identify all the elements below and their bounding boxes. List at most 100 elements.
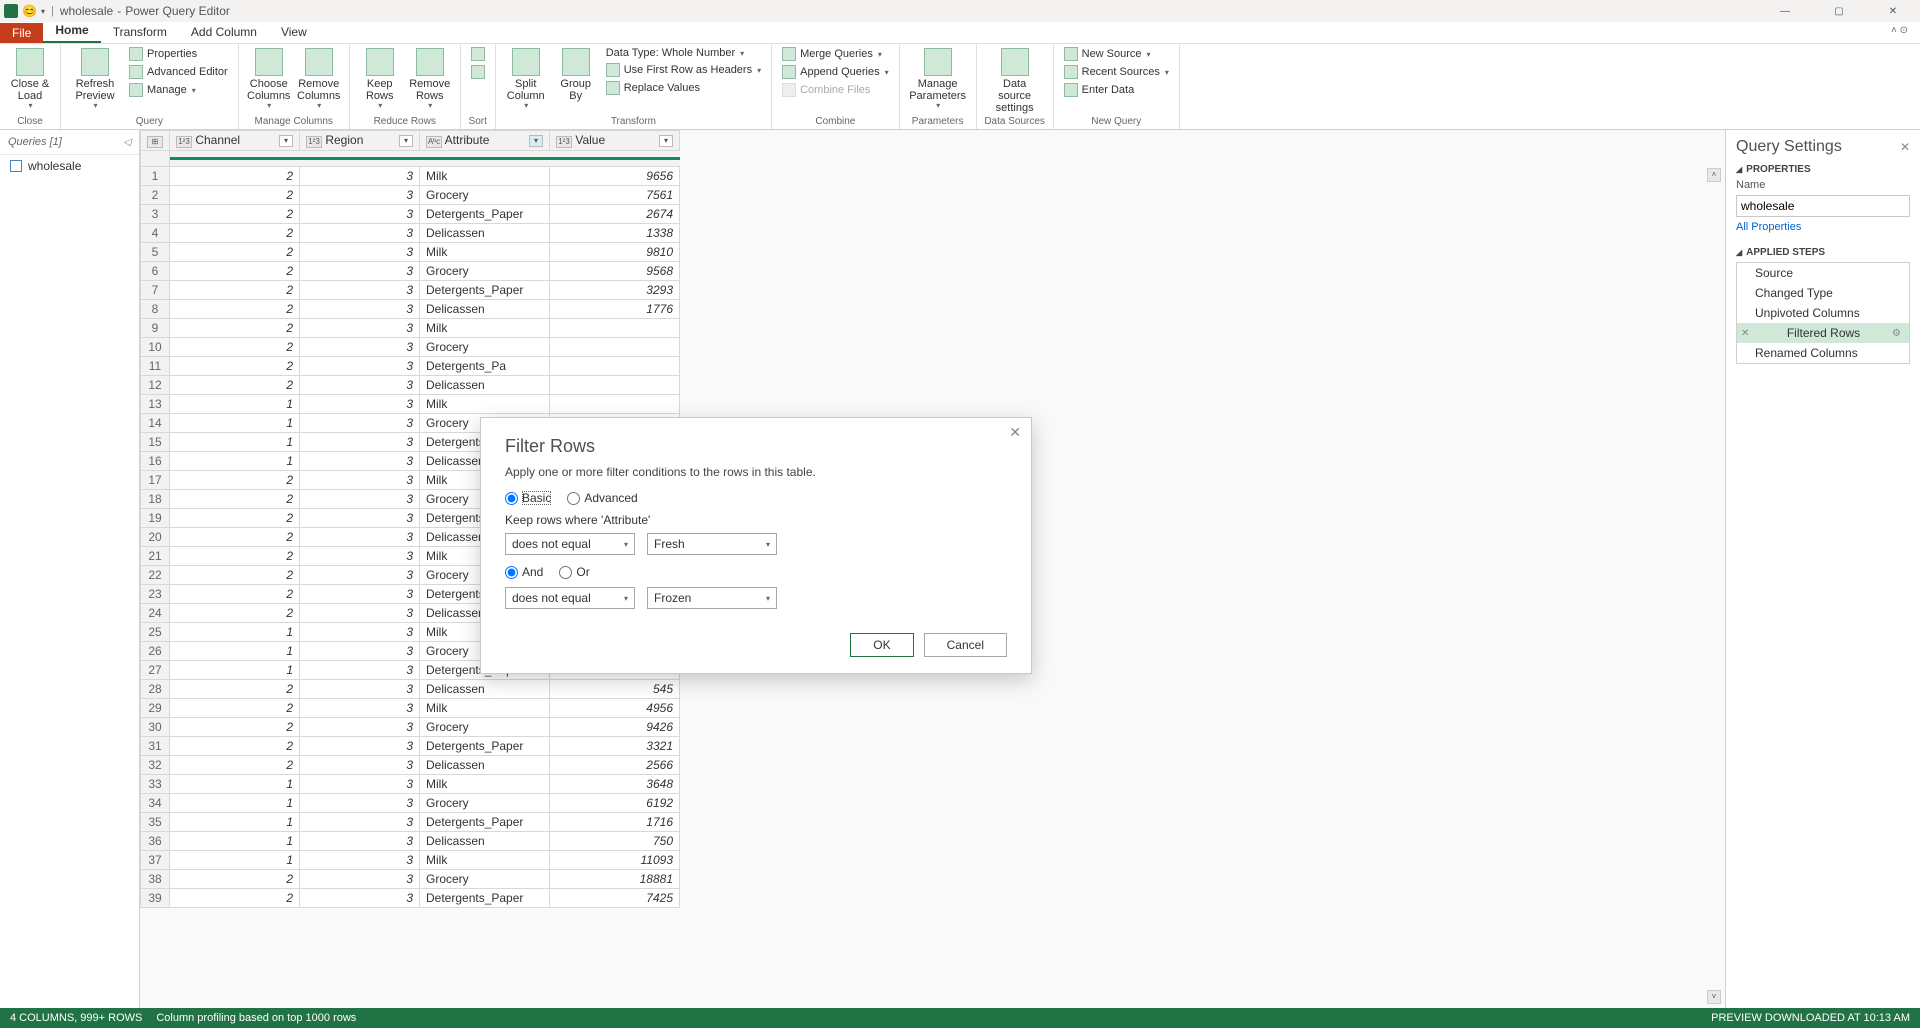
enter-data-button[interactable]: Enter Data — [1060, 82, 1173, 98]
table-row[interactable]: 1923Detergents_Pa — [141, 509, 680, 528]
table-row[interactable]: 1223Delicassen — [141, 376, 680, 395]
queries-collapse-icon[interactable]: ◁ — [123, 137, 131, 148]
table-row[interactable]: 923Milk — [141, 319, 680, 338]
table-row[interactable]: 723Detergents_Paper3293 — [141, 281, 680, 300]
replace-values-button[interactable]: Replace Values — [602, 80, 765, 96]
table-row[interactable]: 123Milk9656 — [141, 167, 680, 186]
column-header-channel[interactable]: 1²3 Channel▾ — [170, 131, 300, 151]
table-row[interactable]: 3713Milk11093 — [141, 851, 680, 870]
name-label: Name — [1736, 179, 1910, 191]
table-row[interactable]: 1823Grocery — [141, 490, 680, 509]
applied-step[interactable]: Changed Type — [1737, 283, 1909, 303]
table-row[interactable]: 223Grocery7561 — [141, 186, 680, 205]
all-properties-link[interactable]: All Properties — [1736, 221, 1910, 233]
main-area: Queries [1] ◁ wholesale ˄ ˅ ⊞ 1²3 Channe… — [0, 130, 1920, 1008]
table-row[interactable]: 323Detergents_Paper2674 — [141, 205, 680, 224]
table-row[interactable]: 1723Milk — [141, 471, 680, 490]
table-row[interactable]: 823Delicassen1776 — [141, 300, 680, 319]
choose-columns-button[interactable]: Choose Columns▾ — [245, 46, 293, 113]
properties-button[interactable]: Properties — [125, 46, 232, 62]
advanced-editor-button[interactable]: Advanced Editor — [125, 64, 232, 80]
table-row[interactable]: 623Grocery9568 — [141, 262, 680, 281]
table-row[interactable]: 3613Delicassen750 — [141, 832, 680, 851]
table-row[interactable]: 2323Detergents_Pa — [141, 585, 680, 604]
group-combine: Combine — [778, 114, 893, 129]
close-window-button[interactable]: ✕ — [1878, 2, 1908, 20]
row-header-corner[interactable]: ⊞ — [141, 131, 170, 151]
table-row[interactable]: 423Delicassen1338 — [141, 224, 680, 243]
tab-file[interactable]: File — [0, 23, 43, 43]
group-manage-columns: Manage Columns — [245, 114, 343, 129]
recent-sources-button[interactable]: Recent Sources▾ — [1060, 64, 1173, 80]
filter-icon: ▾ — [659, 135, 673, 147]
column-header-value[interactable]: 1²3 Value▾ — [550, 131, 680, 151]
table-row[interactable]: 1023Grocery — [141, 338, 680, 357]
qat-emoji[interactable]: 😊 — [22, 4, 37, 18]
combine-files-button: Combine Files — [778, 82, 893, 98]
table-row[interactable]: 2023Delicassen — [141, 528, 680, 547]
qat-dropdown-icon[interactable]: ▾ — [41, 7, 45, 16]
table-row[interactable]: 3823Grocery18881 — [141, 870, 680, 889]
query-item-wholesale[interactable]: wholesale — [0, 155, 139, 177]
manage-button[interactable]: Manage▾ — [125, 82, 232, 98]
table-row[interactable]: 2923Milk4956 — [141, 699, 680, 718]
query-settings-pane: Query Settings ✕ ◢PROPERTIES Name All Pr… — [1725, 130, 1920, 1008]
table-row[interactable]: 1613Delicassen — [141, 452, 680, 471]
table-row[interactable]: 2423Delicassen1451 — [141, 604, 680, 623]
query-name-input[interactable] — [1736, 195, 1910, 217]
remove-columns-button[interactable]: Remove Columns▾ — [295, 46, 343, 113]
merge-queries-button[interactable]: Merge Queries▾ — [778, 46, 893, 62]
table-row[interactable]: 2223Grocery — [141, 566, 680, 585]
scroll-down-icon[interactable]: ˅ — [1707, 990, 1721, 1004]
table-row[interactable]: 3413Grocery6192 — [141, 794, 680, 813]
column-header-attribute[interactable]: Aᵇc Attribute▾ — [420, 131, 550, 151]
table-row[interactable]: 1313Milk — [141, 395, 680, 414]
keep-rows-button[interactable]: Keep Rows▾ — [356, 46, 404, 113]
settings-close-icon[interactable]: ✕ — [1900, 140, 1910, 154]
sort-desc-button[interactable] — [467, 64, 489, 80]
applied-step[interactable]: Renamed Columns — [1737, 343, 1909, 363]
sort-asc-button[interactable] — [467, 46, 489, 62]
scroll-up-icon[interactable]: ˄ — [1707, 168, 1721, 182]
data-source-settings-button[interactable]: Data source settings — [983, 46, 1047, 116]
minimize-button[interactable]: — — [1770, 2, 1800, 20]
manage-parameters-button[interactable]: Manage Parameters▾ — [906, 46, 970, 113]
applied-step[interactable]: Source — [1737, 263, 1909, 283]
maximize-button[interactable]: ▢ — [1824, 2, 1854, 20]
table-row[interactable]: 3513Detergents_Paper1716 — [141, 813, 680, 832]
table-row[interactable]: 3123Detergents_Paper3321 — [141, 737, 680, 756]
table-row[interactable]: 1123Detergents_Pa — [141, 357, 680, 376]
column-header-region[interactable]: 1²3 Region▾ — [300, 131, 420, 151]
table-row[interactable]: 1513Detergents_Pa — [141, 433, 680, 452]
append-queries-button[interactable]: Append Queries▾ — [778, 64, 893, 80]
table-row[interactable]: 1413Grocery — [141, 414, 680, 433]
close-load-button[interactable]: Close & Load▾ — [6, 46, 54, 113]
data-type-button[interactable]: Data Type: Whole Number▾ — [602, 46, 765, 60]
group-by-button[interactable]: Group By — [552, 46, 600, 104]
applied-steps-section[interactable]: APPLIED STEPS — [1746, 247, 1825, 258]
tab-add-column[interactable]: Add Column — [179, 21, 269, 43]
applied-step[interactable]: Unpivoted Columns — [1737, 303, 1909, 323]
first-row-headers-button[interactable]: Use First Row as Headers▾ — [602, 62, 765, 78]
split-column-button[interactable]: Split Column▾ — [502, 46, 550, 113]
properties-section[interactable]: PROPERTIES — [1746, 164, 1810, 175]
applied-step[interactable]: ✕Filtered Rows⚙ — [1737, 323, 1909, 343]
remove-rows-button[interactable]: Remove Rows▾ — [406, 46, 454, 113]
status-profiling[interactable]: Column profiling based on top 1000 rows — [156, 1012, 356, 1024]
table-row[interactable]: 523Milk9810 — [141, 243, 680, 262]
tab-transform[interactable]: Transform — [101, 21, 179, 43]
table-row[interactable]: 3223Delicassen2566 — [141, 756, 680, 775]
table-row[interactable]: 2123Milk — [141, 547, 680, 566]
table-row[interactable]: 2513Milk3199 — [141, 623, 680, 642]
table-row[interactable]: 2713Detergents_Paper3140 — [141, 661, 680, 680]
table-row[interactable]: 3023Grocery9426 — [141, 718, 680, 737]
table-row[interactable]: 3313Milk3648 — [141, 775, 680, 794]
new-source-button[interactable]: New Source▾ — [1060, 46, 1173, 62]
table-row[interactable]: 2823Delicassen545 — [141, 680, 680, 699]
tab-home[interactable]: Home — [43, 19, 100, 43]
tab-view[interactable]: View — [269, 21, 319, 43]
ribbon-collapse-icon[interactable]: ˄ ⊙ — [1891, 25, 1908, 36]
table-row[interactable]: 2613Grocery6975 — [141, 642, 680, 661]
table-row[interactable]: 3923Detergents_Paper7425 — [141, 889, 680, 908]
refresh-preview-button[interactable]: RefreshPreview▾ — [67, 46, 123, 113]
